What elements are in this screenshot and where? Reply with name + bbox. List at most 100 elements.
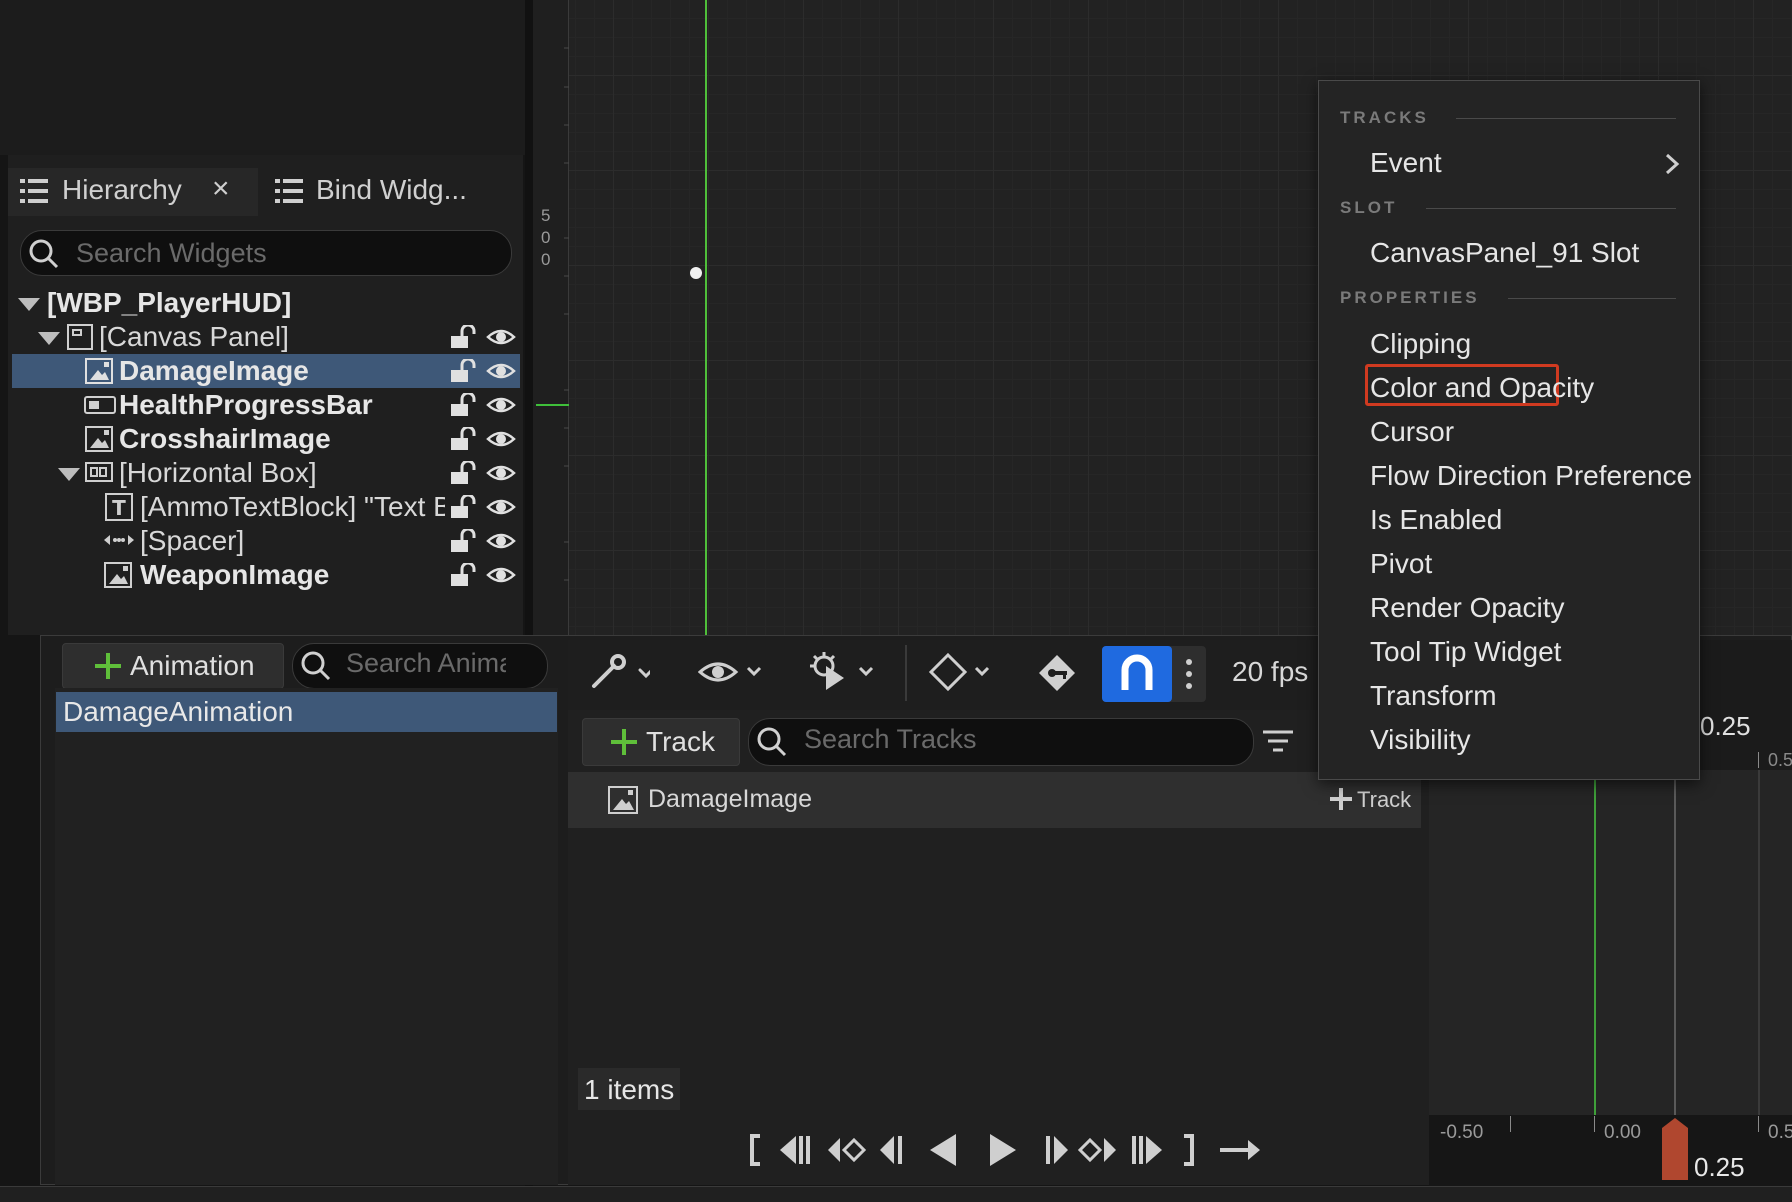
timeline-gridline	[1758, 770, 1760, 1115]
lock-icon[interactable]	[450, 461, 476, 485]
lock-icon[interactable]	[450, 393, 476, 417]
eye-icon[interactable]	[486, 531, 516, 551]
tree-item-label: [Spacer]	[140, 525, 245, 556]
tab-hierarchy-label: Hierarchy	[62, 174, 182, 205]
anchor-point[interactable]	[690, 267, 702, 279]
track-add-button[interactable]: Track	[1357, 787, 1411, 813]
menu-item-label: CanvasPanel_91 Slot	[1370, 237, 1640, 268]
next-key-icon	[1077, 1137, 1116, 1163]
expand-arrow-icon[interactable]	[18, 296, 40, 312]
prev-key-icon	[828, 1137, 867, 1163]
menu-item-label: Event	[1370, 147, 1442, 178]
menu-section-divider	[1426, 208, 1676, 209]
menu-item-label: Cursor	[1370, 416, 1455, 447]
expand-arrow-icon[interactable]	[58, 466, 80, 482]
filter-icon[interactable]	[1262, 728, 1294, 756]
tab-bind-widgets[interactable]: Bind Widg...	[316, 174, 467, 206]
tree-item-label: CrosshairImage	[119, 423, 331, 454]
eye-icon[interactable]	[486, 429, 516, 449]
menu-item-label: Flow Direction Preference	[1370, 460, 1693, 491]
eye-icon[interactable]	[486, 361, 516, 381]
key-diamond-icon[interactable]	[928, 652, 998, 694]
lock-icon[interactable]	[450, 563, 476, 587]
lock-icon[interactable]	[450, 325, 476, 349]
menu-section-header: SLOT	[1340, 198, 1398, 217]
image-widget-icon	[85, 426, 113, 452]
horizontal-box-icon	[85, 462, 113, 482]
lock-icon[interactable]	[450, 359, 476, 383]
playhead-line	[1674, 770, 1676, 1115]
svg-text:T: T	[112, 496, 126, 520]
close-icon[interactable]: ×	[212, 172, 230, 206]
search-tracks-placeholder: Search Tracks	[804, 724, 977, 754]
tree-item-root[interactable]: [WBP_PlayerHUD]	[47, 287, 291, 319]
image-widget-icon	[104, 562, 132, 588]
eye-icon[interactable]	[486, 565, 516, 585]
timeline-time-top: 0.25	[1700, 711, 1751, 741]
wrench-icon[interactable]	[588, 652, 650, 694]
animations-list	[55, 688, 558, 1185]
timeline-tick-label: 0.5	[1768, 1122, 1792, 1143]
add-track-label: Track	[646, 726, 715, 757]
search-animations-placeholder: Search Anima	[346, 648, 506, 678]
plus-icon	[610, 728, 638, 756]
fps-selector[interactable]: 20 fps	[1232, 656, 1308, 688]
track-label: DamageImage	[648, 785, 812, 813]
auto-key-icon[interactable]	[1036, 652, 1078, 694]
eye-icon[interactable]	[486, 327, 516, 347]
jump-to-start-icon	[750, 1134, 760, 1166]
tree-row-spacer[interactable]	[12, 524, 520, 558]
animation-item-label: DamageAnimation	[63, 696, 294, 727]
step-forward-icon	[1046, 1136, 1068, 1164]
tree-item-label: [AmmoTextBlock] "Text B	[140, 491, 445, 522]
menu-item-label: Clipping	[1370, 328, 1472, 359]
tick-mark	[1758, 752, 1759, 768]
ruler-label: 0	[541, 228, 551, 247]
menu-item-label: Color and Opacity	[1370, 372, 1595, 403]
menu-section-divider	[1456, 118, 1676, 119]
lock-icon[interactable]	[450, 495, 476, 519]
next-key-frame-icon	[1132, 1136, 1162, 1164]
search-widgets-placeholder: Search Widgets	[76, 238, 267, 268]
tick-mark	[1758, 1116, 1759, 1132]
tree-item-label: [Horizontal Box]	[119, 457, 317, 488]
playhead-handle[interactable]	[1662, 1118, 1688, 1180]
playback-settings-icon[interactable]	[808, 650, 880, 692]
step-back-icon	[880, 1136, 902, 1164]
details-panel-empty	[0, 0, 525, 155]
loop-icon	[1220, 1140, 1260, 1160]
menu-section-divider	[1508, 298, 1676, 299]
ruler-label: 0	[541, 250, 551, 269]
menu-item-label: Pivot	[1370, 548, 1433, 579]
tick-mark	[1594, 1116, 1595, 1132]
timeline-tick-label: 0.00	[1604, 1122, 1641, 1143]
ruler-ticks	[564, 10, 569, 630]
search-icon	[28, 238, 60, 270]
chevron-right-icon	[1664, 152, 1680, 176]
menu-section-header: PROPERTIES	[1340, 288, 1480, 307]
list-icon	[275, 178, 303, 204]
items-count: 1 items	[584, 1074, 675, 1105]
menu-section-header: TRACKS	[1340, 108, 1429, 127]
eye-icon[interactable]	[486, 395, 516, 415]
timeline-track-area	[1429, 770, 1792, 1115]
list-icon	[20, 178, 48, 204]
tree-item-label: WeaponImage	[140, 559, 330, 590]
timeline-tick-label: 0.5	[1768, 750, 1792, 770]
more-options-icon[interactable]	[1184, 656, 1194, 692]
lock-icon[interactable]	[450, 427, 476, 451]
jump-to-end-icon	[1184, 1134, 1194, 1166]
text-widget-icon: T	[105, 493, 133, 521]
eye-icon[interactable]	[486, 463, 516, 483]
playhead-value: 0.25	[1694, 1152, 1745, 1182]
search-icon	[300, 650, 332, 682]
menu-item-label: Transform	[1370, 680, 1497, 711]
expand-arrow-icon[interactable]	[38, 330, 60, 346]
plus-icon	[94, 652, 122, 680]
lock-icon[interactable]	[450, 529, 476, 553]
eye-icon[interactable]	[486, 497, 516, 517]
eye-icon[interactable]	[698, 654, 768, 690]
spacer-icon	[104, 530, 134, 550]
menu-item-label: Is Enabled	[1370, 504, 1503, 535]
timeline-tick-label: -0.50	[1440, 1122, 1484, 1143]
